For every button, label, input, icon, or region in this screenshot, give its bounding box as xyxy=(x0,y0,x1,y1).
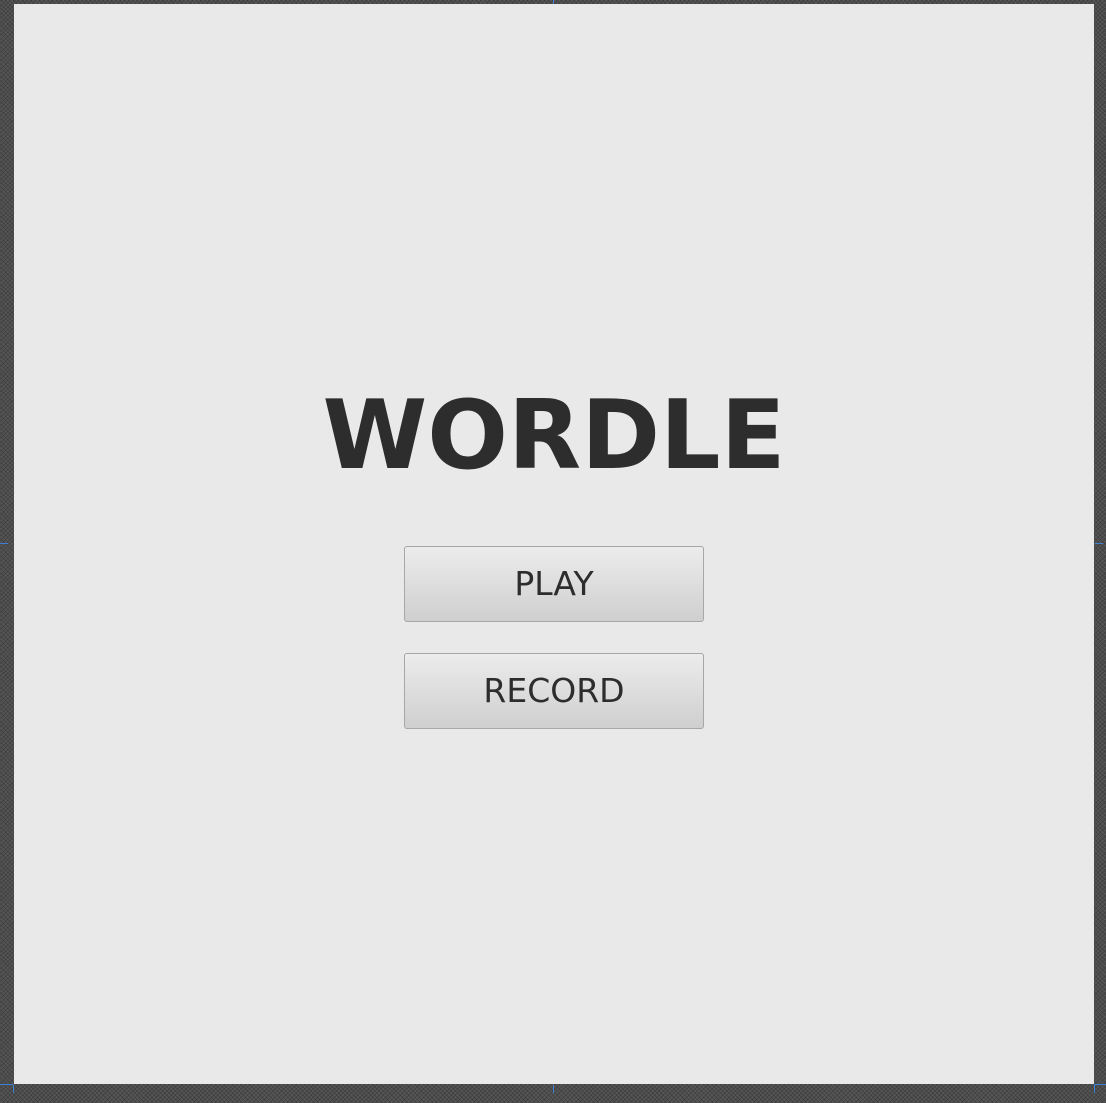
game-title: WORDLE xyxy=(322,381,786,491)
selection-marker-bottom-right xyxy=(1094,1085,1095,1093)
selection-marker-top-mid xyxy=(553,0,554,4)
selection-marker-left-mid xyxy=(0,543,8,544)
selection-marker-bottom-left-h xyxy=(0,1084,13,1085)
selection-marker-bottom-left xyxy=(13,1085,14,1093)
game-canvas: WORDLE PLAY RECORD xyxy=(14,4,1094,1084)
selection-marker-bottom-right-h xyxy=(1094,1084,1106,1085)
record-button[interactable]: RECORD xyxy=(404,653,704,729)
play-button[interactable]: PLAY xyxy=(404,546,704,622)
selection-marker-right-mid xyxy=(1095,543,1103,544)
selection-marker-bottom-mid xyxy=(553,1085,554,1093)
